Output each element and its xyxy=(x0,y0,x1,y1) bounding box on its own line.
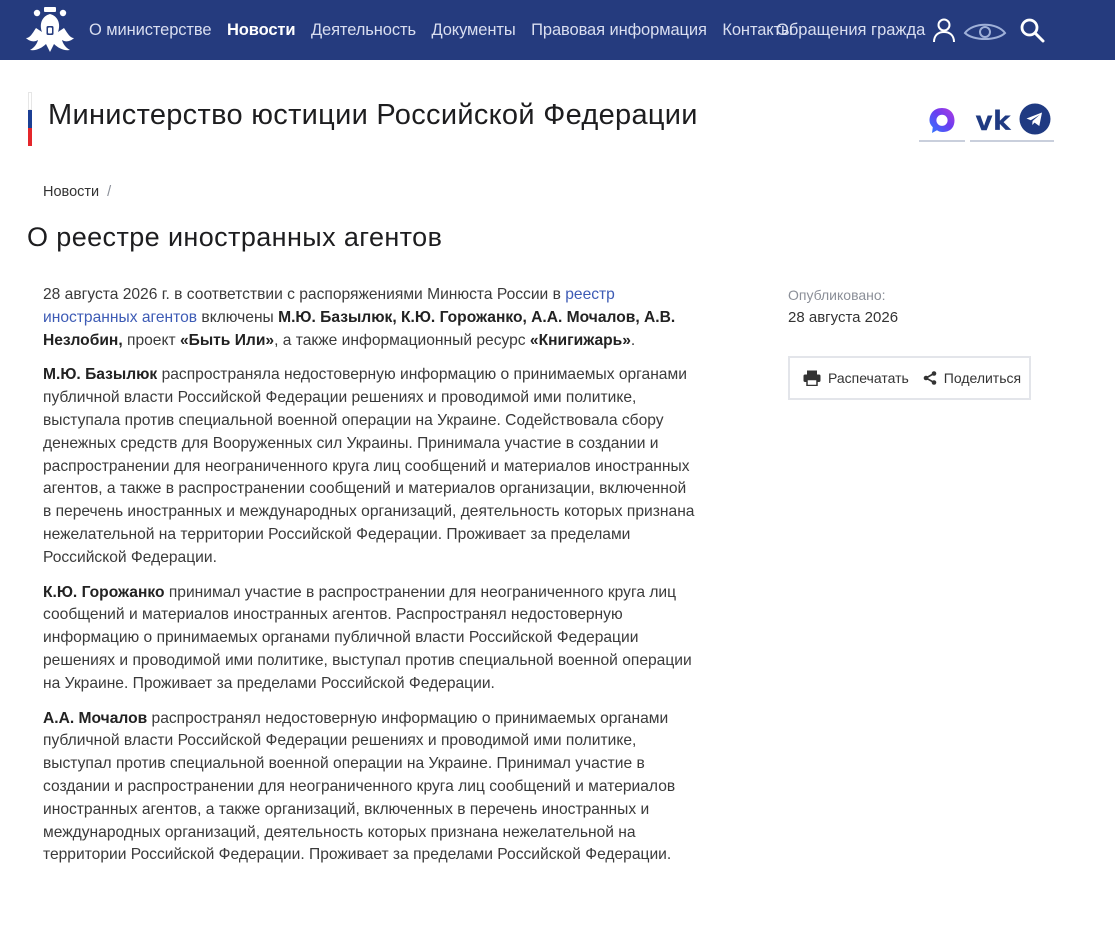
svg-text:vk: vk xyxy=(975,106,1012,137)
nav-item-news[interactable]: Новости xyxy=(227,21,296,40)
top-nav-bar: О министерстве Новости Деятельность Доку… xyxy=(0,0,1115,60)
max-icon xyxy=(929,108,955,133)
person-name: К.Ю. Горожанко xyxy=(43,583,165,601)
nav-item-legal-info[interactable]: Правовая информация xyxy=(531,21,707,40)
article-paragraph-mochalov: А.А. Мочалов распространял недостоверную… xyxy=(43,708,698,868)
social-max-link[interactable] xyxy=(919,102,965,142)
published-date: 28 августа 2026 xyxy=(788,309,899,326)
text: 28 августа 2026 г. в соответствии с расп… xyxy=(43,286,566,303)
article-paragraph-bazylyuk: М.Ю. Базылюк распространяла недостоверну… xyxy=(43,364,698,569)
printer-icon xyxy=(803,370,821,386)
social-vk-link[interactable]: vk xyxy=(970,102,1016,142)
social-telegram-link[interactable] xyxy=(1016,102,1054,142)
text: . xyxy=(630,331,636,349)
article-body: 28 августа 2026 г. в соответствии с расп… xyxy=(43,284,698,879)
breadcrumb-separator: / xyxy=(107,184,112,200)
text: включены xyxy=(197,308,279,326)
breadcrumb-item-news[interactable]: Новости xyxy=(43,184,99,200)
article-paragraph-intro: 28 августа 2026 г. в соответствии с расп… xyxy=(43,284,698,352)
text: распространяла недостоверную информацию … xyxy=(43,366,695,566)
eye-icon[interactable] xyxy=(963,19,1007,43)
emblem-icon[interactable] xyxy=(22,4,78,56)
share-label: Поделиться xyxy=(943,370,1022,386)
person-name: А.А. Мочалов xyxy=(43,709,148,727)
nav-item-activity[interactable]: Деятельность xyxy=(311,21,416,40)
nav-item-documents[interactable]: Документы xyxy=(431,21,515,40)
article-actions: Распечатать Поделиться xyxy=(788,356,1031,400)
project-name: «Быть Или» xyxy=(179,331,275,349)
page-title: О реестре иностранных агентов xyxy=(27,222,443,252)
share-button[interactable]: Поделиться xyxy=(923,370,1021,386)
russian-flag-stripe xyxy=(28,92,32,146)
vk-icon: vk xyxy=(975,106,1012,137)
print-label: Распечатать xyxy=(828,370,909,386)
breadcrumb: Новости / xyxy=(43,184,111,200)
print-button[interactable]: Распечатать xyxy=(803,370,909,386)
text: , а также информационный ресурс xyxy=(274,331,530,349)
share-icon xyxy=(923,371,937,385)
article-paragraph-gorozhanko: К.Ю. Горожанко принимал участие в распро… xyxy=(43,582,698,696)
person-name: М.Ю. Базылюк xyxy=(43,366,158,384)
nav-item-appeals-wrapper: Обращения граждан xyxy=(776,0,926,60)
text: распространял недостоверную информацию о… xyxy=(43,709,676,864)
site-title[interactable]: Министерство юстиции Российской Федераци… xyxy=(48,99,698,132)
resource-name: «Книгижарь» xyxy=(529,331,631,349)
telegram-icon xyxy=(1019,103,1051,135)
nav-item-about[interactable]: О министерстве xyxy=(89,21,212,40)
search-icon[interactable] xyxy=(1019,17,1045,43)
text: проект xyxy=(122,331,180,349)
main-nav: О министерстве Новости Деятельность Доку… xyxy=(89,0,808,60)
nav-item-appeals[interactable]: Обращения граждан xyxy=(776,21,926,39)
user-icon[interactable] xyxy=(931,17,957,43)
published-label: Опубликовано: xyxy=(788,287,886,303)
